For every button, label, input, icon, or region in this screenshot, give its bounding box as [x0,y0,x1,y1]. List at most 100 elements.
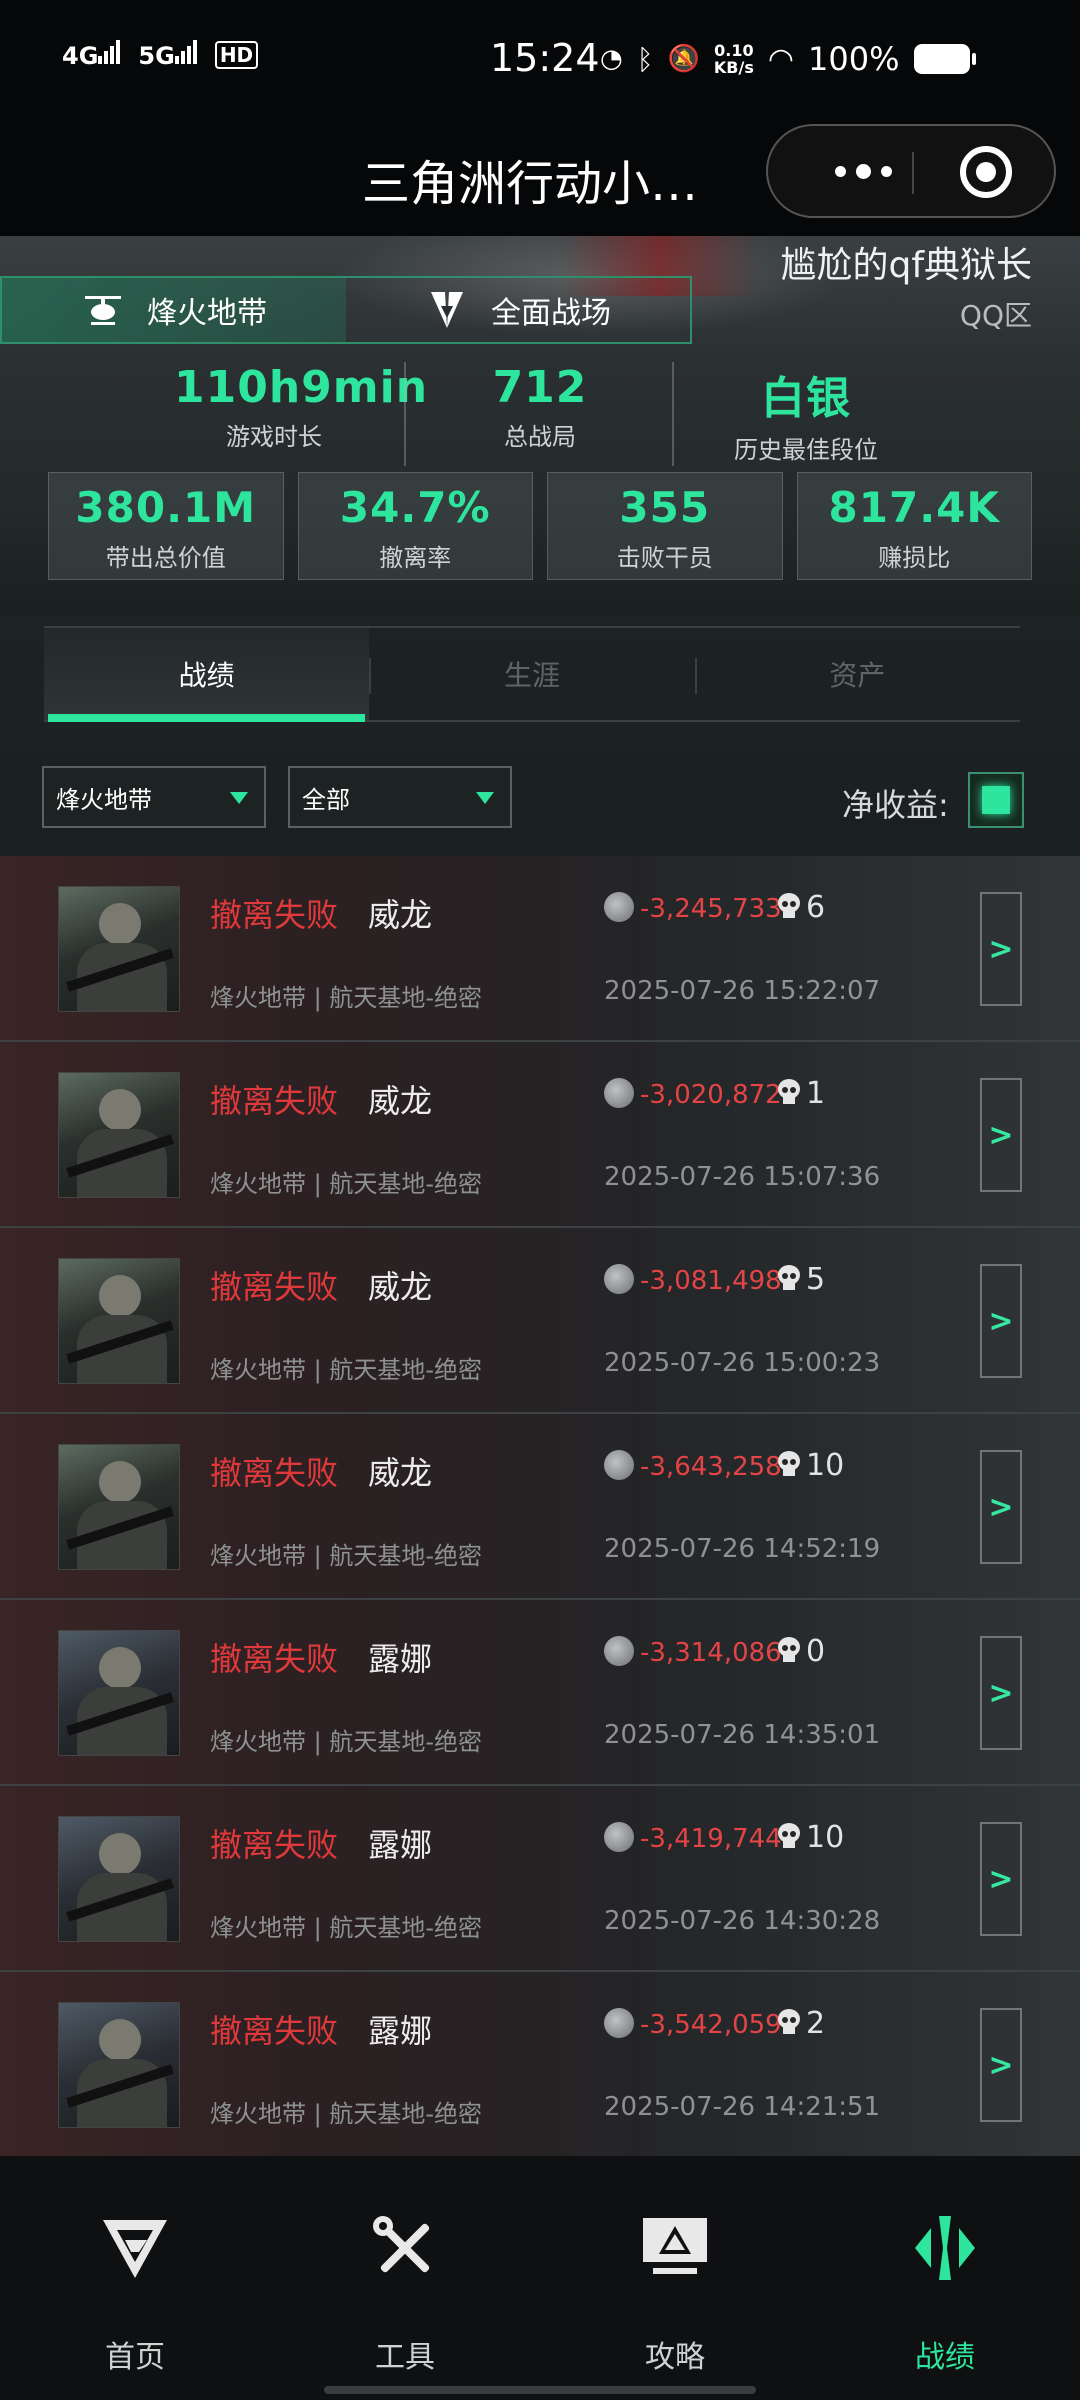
speedometer-icon: ◔ [600,44,623,74]
network-5g-label: 5G [138,42,175,70]
nav-tools-label: 工具 [375,2340,435,2375]
match-detail: 烽火地带 | 航天基地-绝密 [210,984,483,1012]
coin-icon [604,1636,634,1666]
tab-assets[interactable]: 资产 [694,628,1020,720]
match-detail: 烽火地带 | 航天基地-绝密 [210,1728,483,1756]
match-time: 2025-07-26 15:00:23 [604,1348,881,1378]
skull-icon [778,2009,800,2034]
record-detail-button[interactable]: > [980,892,1022,1006]
kill-count: 6 [806,890,826,925]
stat-label: 赚损比 [878,544,951,572]
match-detail: 烽火地带 | 航天基地-绝密 [210,2100,483,2128]
stat-label: 总战局 [504,423,576,451]
operator-avatar [58,1072,180,1198]
chevron-down-icon [476,792,494,804]
helicopter-icon [85,296,121,325]
clock: 15:24 [490,36,600,80]
match-status: 撤离失败 [210,896,339,934]
stat-label: 游戏时长 [226,423,322,451]
operator-name: 威龙 [368,896,433,934]
match-detail: 烽火地带 | 航天基地-绝密 [210,1914,483,1942]
net-profit-toggle[interactable] [968,772,1024,828]
stat-extracted-value: 380.1M 带出总价值 [48,472,284,580]
speed-unit: KB/s [713,58,754,77]
coin-icon [604,892,634,922]
nav-records[interactable]: 战绩 [810,2156,1080,2400]
skull-icon [778,1265,800,1290]
match-detail: 烽火地带 | 航天基地-绝密 [210,1542,483,1570]
signal-icon [174,40,197,64]
record-detail-button[interactable]: > [980,1078,1022,1192]
kill-count: 10 [806,1448,845,1483]
kill-count: 0 [806,1634,826,1669]
more-menu-button[interactable] [808,126,918,216]
net-value: -3,542,059 [640,2010,782,2040]
network-5g: 5G [138,40,197,70]
section-tabs: 战绩 生涯 资产 [44,626,1020,722]
network-4g: 4G [62,40,121,70]
network-4g-label: 4G [62,42,99,70]
record-row[interactable]: 撤离失败 露娜 烽火地带 | 航天基地-绝密 -3,419,744 10 2025-07-… [0,1786,1080,1972]
stat-operators-defeated: 355 击败干员 [547,472,783,580]
guide-monitor-icon [643,2218,707,2274]
nav-tools[interactable]: 工具 [270,2156,540,2400]
stat-value: 712 [492,362,588,413]
map-mode-dropdown[interactable]: 烽火地带 [42,766,266,828]
hd-voice-badge: HD [214,41,259,69]
stat-divider [672,362,674,466]
operator-avatar [58,1630,180,1756]
stat-value: 355 [619,483,711,532]
nav-home[interactable]: 首页 [0,2156,270,2400]
record-detail-button[interactable]: > [980,1636,1022,1750]
operator-avatar [58,1444,180,1570]
record-row[interactable]: 撤离失败 威龙 烽火地带 | 航天基地-绝密 -3,020,872 1 2025-07-2… [0,1042,1080,1228]
net-value: -3,081,498 [640,1266,782,1296]
nav-guide[interactable]: 攻略 [540,2156,810,2400]
stat-value: 34.7% [339,483,491,532]
record-row[interactable]: 撤离失败 露娜 烽火地带 | 航天基地-绝密 -3,542,059 2 2025-07-2… [0,1972,1080,2158]
home-logo-icon [103,2220,167,2278]
stat-best-rank: 白银 历史最佳段位 [706,362,906,465]
operator-name: 露娜 [368,1826,433,1864]
match-time: 2025-07-26 14:21:51 [604,2092,881,2122]
tab-career[interactable]: 生涯 [369,628,694,720]
record-row[interactable]: 撤离失败 威龙 烽火地带 | 航天基地-绝密 -3,643,258 10 2025-07-… [0,1414,1080,1600]
match-detail: 烽火地带 | 航天基地-绝密 [210,1170,483,1198]
stat-label: 击败干员 [616,544,713,572]
coin-icon [604,1450,634,1480]
mode-tabs: 烽火地带 全面战场 [0,276,692,344]
record-detail-button[interactable]: > [980,1822,1022,1936]
match-status: 撤离失败 [210,1454,339,1492]
record-row[interactable]: 撤离失败 威龙 烽火地带 | 航天基地-绝密 -3,081,498 5 2025-07-2… [0,1228,1080,1414]
operator-avatar [58,886,180,1012]
match-status: 撤离失败 [210,1082,339,1120]
record-detail-button[interactable]: > [980,1450,1022,1564]
battery-icon [913,44,976,74]
operator-avatar [58,1816,180,1942]
stat-value: 380.1M [75,483,257,532]
close-mini-program-button[interactable] [960,146,1012,198]
coin-icon [604,1078,634,1108]
record-detail-button[interactable]: > [980,1264,1022,1378]
match-status: 撤离失败 [210,1640,339,1678]
tab-hazard-zone[interactable]: 烽火地带 [2,278,346,342]
match-status: 撤离失败 [210,1826,339,1864]
match-status: 撤离失败 [210,1268,339,1306]
tab-hazard-zone-label: 烽火地带 [147,296,267,331]
scope-dropdown[interactable]: 全部 [288,766,512,828]
match-time: 2025-07-26 14:30:28 [604,1906,881,1936]
net-profit-label: 净收益: [842,786,949,824]
record-detail-button[interactable]: > [980,2008,1022,2122]
stat-value: 白银 [761,373,851,424]
mute-bell-icon: 🔕 [667,44,700,74]
skull-icon [778,1079,800,1104]
tab-records[interactable]: 战绩 [44,628,370,722]
network-speed: 0.10 KB/s [714,42,754,76]
record-row[interactable]: 撤离失败 露娜 烽火地带 | 航天基地-绝密 -3,314,086 0 2025-07-2… [0,1600,1080,1786]
match-time: 2025-07-26 14:35:01 [604,1720,881,1750]
net-value: -3,419,744 [640,1824,782,1854]
signal-icon [98,40,121,64]
record-row[interactable]: 撤离失败 威龙 烽火地带 | 航天基地-绝密 -3,245,733 6 2025-07-2… [0,856,1080,1042]
warfare-icon [431,292,463,328]
tab-all-out-war[interactable]: 全面战场 [346,278,690,342]
